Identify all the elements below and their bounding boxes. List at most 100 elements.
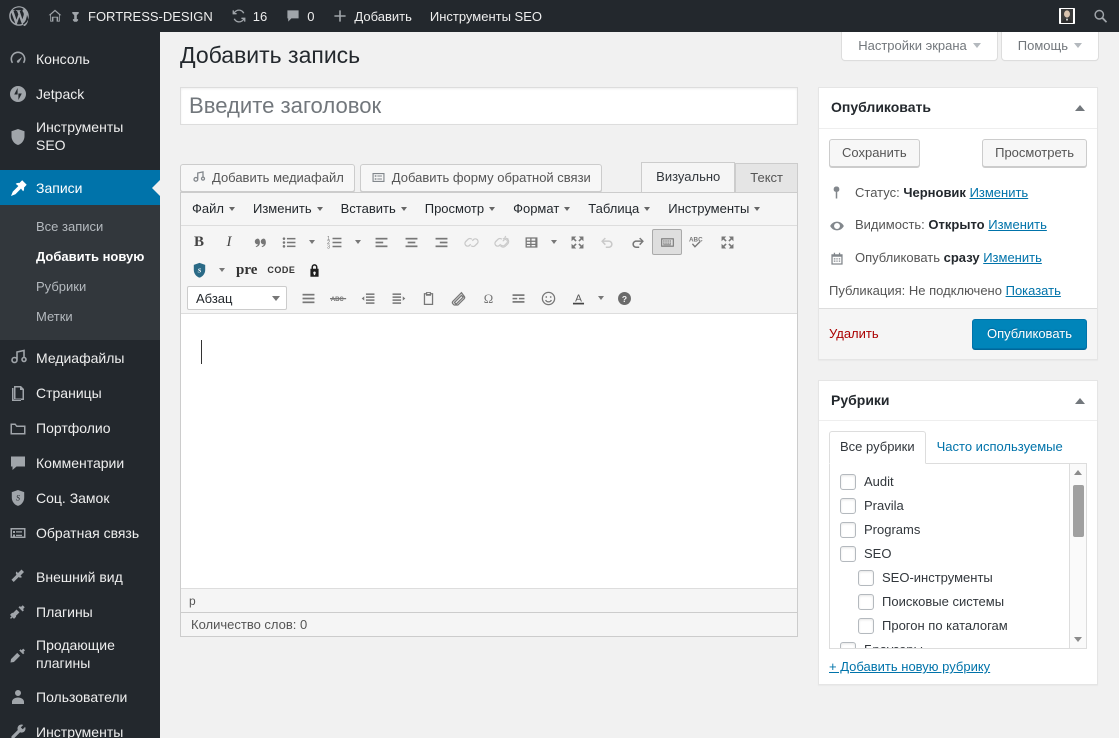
category-checkbox[interactable]: [840, 498, 856, 515]
tab-text[interactable]: Текст: [735, 163, 798, 193]
sidebar-subitem-tags[interactable]: Метки: [0, 302, 160, 332]
numbered-list-caret[interactable]: [350, 229, 366, 255]
publish-button[interactable]: Опубликовать: [971, 318, 1087, 349]
sidebar-item-seo-tools[interactable]: Инструменты SEO: [0, 111, 160, 161]
spellcheck-icon[interactable]: ABC: [682, 229, 712, 255]
add-media-button[interactable]: Добавить медиафайл: [180, 164, 355, 192]
fullscreen-icon[interactable]: [562, 229, 592, 255]
sidebar-subitem-all-posts[interactable]: Все записи: [0, 212, 160, 242]
unlink-icon[interactable]: [486, 229, 516, 255]
bullet-list-icon[interactable]: [274, 229, 304, 255]
justify-icon[interactable]: [293, 285, 323, 311]
numbered-list-icon[interactable]: 123: [320, 229, 350, 255]
save-draft-button[interactable]: Сохранить: [829, 138, 920, 167]
comments-link[interactable]: 0: [276, 0, 323, 32]
edit-visibility-link[interactable]: Изменить: [988, 215, 1047, 236]
menu-file[interactable]: Файл: [183, 195, 244, 223]
italic-icon[interactable]: I: [214, 229, 244, 255]
categories-scrollbar[interactable]: [1069, 464, 1087, 649]
undo-icon[interactable]: [592, 229, 622, 255]
move-to-trash-link[interactable]: Удалить: [829, 326, 879, 341]
search-toggle[interactable]: [1084, 0, 1119, 32]
post-content-editor[interactable]: [181, 314, 797, 588]
menu-edit[interactable]: Изменить: [244, 195, 332, 223]
category-item[interactable]: Programs: [840, 518, 1086, 542]
menu-table[interactable]: Таблица: [579, 195, 659, 223]
text-color-caret[interactable]: [593, 285, 609, 311]
sidebar-item-posts[interactable]: Записи: [0, 170, 160, 205]
redo-icon[interactable]: [622, 229, 652, 255]
my-account-menu[interactable]: [1050, 0, 1084, 32]
read-more-icon[interactable]: [503, 285, 533, 311]
sidebar-item-portfolio[interactable]: Портфолио: [0, 410, 160, 445]
chevron-up-icon[interactable]: [1075, 104, 1085, 111]
sidebar-item-social-lock[interactable]: S Соц. Замок: [0, 480, 160, 515]
sidebar-item-selling-plugins[interactable]: Продающие плагины: [0, 629, 160, 679]
bullet-list-caret[interactable]: [304, 229, 320, 255]
category-item[interactable]: SEO-инструменты: [840, 566, 1086, 590]
site-home-link[interactable]: FORTRESS-DESIGN: [38, 0, 222, 32]
clear-formatting-icon[interactable]: [443, 285, 473, 311]
category-item[interactable]: Поисковые системы: [840, 590, 1086, 614]
add-new-category-link[interactable]: + Добавить новую рубрику: [829, 659, 990, 674]
post-title-input[interactable]: [180, 87, 798, 125]
align-center-icon[interactable]: [396, 229, 426, 255]
screen-options-button[interactable]: Настройки экрана: [841, 32, 998, 61]
category-checkbox[interactable]: [858, 594, 874, 611]
sidebar-item-appearance[interactable]: Внешний вид: [0, 559, 160, 594]
scroll-up-arrow-icon[interactable]: [1070, 464, 1087, 481]
table-icon[interactable]: [516, 229, 546, 255]
sidebar-item-pages[interactable]: Страницы: [0, 375, 160, 410]
social-lock-shield-icon[interactable]: S: [184, 257, 214, 283]
category-checkbox[interactable]: [840, 546, 856, 563]
category-checkbox[interactable]: [840, 642, 856, 649]
updates-link[interactable]: 16: [222, 0, 276, 32]
category-item[interactable]: Прогон по каталогам: [840, 614, 1086, 638]
indent-icon[interactable]: [383, 285, 413, 311]
sidebar-item-plugins[interactable]: Плагины: [0, 594, 160, 629]
category-checkbox[interactable]: [858, 618, 874, 635]
preview-button[interactable]: Просмотреть: [982, 138, 1087, 167]
scrollbar-track[interactable]: [1070, 481, 1087, 631]
special-char-icon[interactable]: Ω: [473, 285, 503, 311]
sidebar-item-tools[interactable]: Инструменты: [0, 714, 160, 738]
seo-tools-link[interactable]: Инструменты SEO: [421, 0, 551, 32]
sidebar-item-comments[interactable]: Комментарии: [0, 445, 160, 480]
edit-publish-time-link[interactable]: Изменить: [983, 248, 1042, 269]
sidebar-item-jetpack[interactable]: Jetpack: [0, 76, 160, 111]
emoji-icon[interactable]: [533, 285, 563, 311]
sidebar-subitem-add-new[interactable]: Добавить новую: [0, 242, 160, 272]
format-select[interactable]: Абзац: [187, 286, 287, 310]
category-checkbox[interactable]: [840, 474, 856, 491]
align-right-icon[interactable]: [426, 229, 456, 255]
menu-tools[interactable]: Инструменты: [659, 195, 769, 223]
keyboard-icon[interactable]: [652, 229, 682, 255]
code-button[interactable]: CODE: [263, 265, 299, 275]
link-icon[interactable]: [456, 229, 486, 255]
social-lock-caret[interactable]: [214, 257, 230, 283]
edit-status-link[interactable]: Изменить: [970, 183, 1029, 204]
category-item[interactable]: SEO: [840, 542, 1086, 566]
publish-box-header[interactable]: Опубликовать: [819, 88, 1097, 129]
category-item[interactable]: Pravila: [840, 494, 1086, 518]
category-checkbox[interactable]: [840, 522, 856, 539]
text-color-icon[interactable]: A: [563, 285, 593, 311]
strikethrough-icon[interactable]: ABC: [323, 285, 353, 311]
scroll-down-arrow-icon[interactable]: [1070, 631, 1087, 648]
tab-visual[interactable]: Визуально: [641, 162, 736, 193]
sidebar-subitem-categories[interactable]: Рубрики: [0, 272, 160, 302]
category-checkbox[interactable]: [858, 570, 874, 587]
tab-all-categories[interactable]: Все рубрики: [829, 431, 926, 465]
tab-most-used-categories[interactable]: Часто используемые: [926, 431, 1074, 464]
menu-format[interactable]: Формат: [504, 195, 579, 223]
pre-button[interactable]: pre: [230, 262, 263, 279]
sidebar-item-users[interactable]: Пользователи: [0, 679, 160, 714]
wp-logo-menu[interactable]: [0, 0, 38, 32]
sidebar-item-media[interactable]: Медиафайлы: [0, 340, 160, 375]
publicize-show-link[interactable]: Показать: [1006, 281, 1061, 302]
category-item[interactable]: Браузеры: [840, 638, 1086, 649]
new-content-menu[interactable]: Добавить: [323, 0, 420, 32]
menu-view[interactable]: Просмотр: [416, 195, 504, 223]
sidebar-item-feedback[interactable]: Обратная связь: [0, 515, 160, 550]
outdent-icon[interactable]: [353, 285, 383, 311]
